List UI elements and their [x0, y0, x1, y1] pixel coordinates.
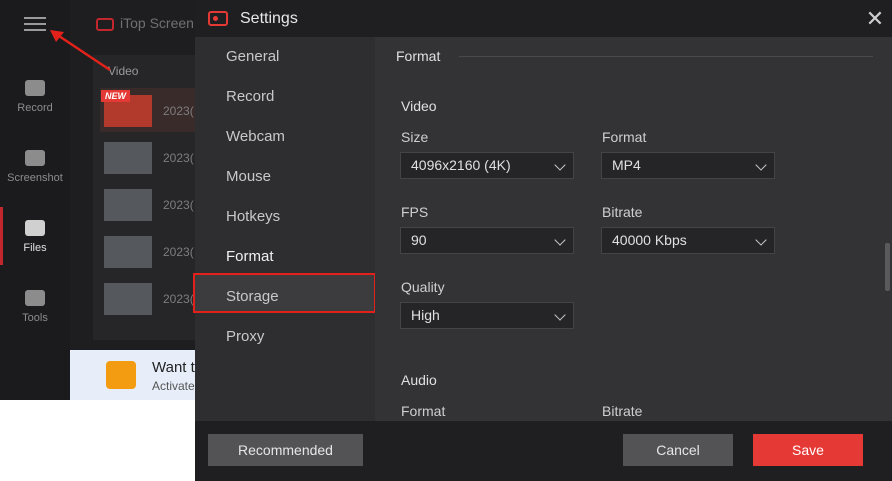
size-value: 4096x2160 (4K)	[411, 157, 511, 173]
bitrate-select[interactable]: 40000 Kbps	[601, 227, 775, 254]
nav-item-proxy[interactable]: Proxy	[226, 328, 264, 345]
audio-bitrate-label: Bitrate	[602, 403, 643, 419]
app-logo-icon	[208, 11, 228, 26]
nav-item-webcam[interactable]: Webcam	[226, 128, 285, 145]
chevron-down-icon	[554, 234, 566, 246]
file-thumbnail[interactable]	[104, 236, 152, 268]
bitrate-value: 40000 Kbps	[612, 232, 687, 248]
close-icon[interactable]: ✕	[864, 8, 886, 30]
format-select[interactable]: MP4	[601, 152, 775, 179]
section-title: Format	[396, 48, 441, 64]
section-divider	[459, 56, 873, 57]
video-heading: Video	[401, 98, 437, 114]
format-label: Format	[602, 129, 647, 145]
nav-item-mouse[interactable]: Mouse	[226, 168, 271, 185]
size-label: Size	[401, 129, 429, 145]
chevron-down-icon	[554, 309, 566, 321]
nav-item-general[interactable]: General	[226, 48, 279, 65]
file-name: 2023(	[163, 245, 194, 259]
bitrate-label: Bitrate	[602, 204, 643, 220]
size-select[interactable]: 4096x2160 (4K)	[400, 152, 574, 179]
fps-select[interactable]: 90	[400, 227, 574, 254]
audio-heading: Audio	[401, 372, 437, 388]
rail-item-label: Tools	[22, 312, 48, 324]
file-name: 2023(	[163, 292, 194, 306]
dialog-title: Settings	[240, 10, 298, 27]
fps-label: FPS	[401, 204, 429, 220]
chevron-down-icon	[755, 234, 767, 246]
settings-dialog: Settings ✕ General Record Webcam Mouse H…	[193, 0, 892, 481]
nav-item-storage[interactable]: Storage	[226, 288, 279, 305]
content-scrollbar[interactable]	[885, 243, 890, 291]
camera-icon	[25, 80, 45, 96]
quality-select[interactable]: High	[400, 302, 574, 329]
chevron-down-icon	[755, 159, 767, 171]
file-thumbnail[interactable]	[104, 142, 152, 174]
nav-item-record[interactable]: Record	[226, 88, 274, 105]
chevron-down-icon	[554, 159, 566, 171]
quality-value: High	[411, 307, 440, 323]
recommended-button[interactable]: Recommended	[208, 434, 363, 466]
rail-item-screenshot[interactable]: Screenshot	[0, 150, 70, 184]
annotation-arrow	[50, 30, 111, 72]
camera-icon	[25, 150, 45, 166]
file-thumbnail[interactable]	[104, 189, 152, 221]
save-button[interactable]: Save	[753, 434, 863, 466]
quality-label: Quality	[401, 279, 445, 295]
rail-active-indicator	[0, 207, 3, 265]
rail-item-record[interactable]: Record	[0, 80, 70, 114]
rail-item-tools[interactable]: Tools	[0, 290, 70, 324]
promo-icon	[106, 361, 136, 389]
promo-subtitle: Activate	[152, 379, 195, 393]
cancel-button[interactable]: Cancel	[623, 434, 733, 466]
rail-item-label: Screenshot	[7, 172, 63, 184]
audio-format-label: Format	[401, 403, 446, 419]
file-name: 2023(	[163, 198, 194, 212]
nav-item-hotkeys[interactable]: Hotkeys	[226, 208, 280, 225]
nav-selected-highlight	[193, 273, 376, 313]
file-name: 2023(	[163, 151, 194, 165]
new-badge: NEW	[101, 90, 130, 102]
file-name: 2023(	[163, 104, 194, 118]
folder-icon	[25, 220, 45, 236]
rail-item-files[interactable]: Files	[0, 220, 70, 254]
format-value: MP4	[612, 157, 641, 173]
rail-item-label: Record	[17, 102, 53, 114]
file-thumbnail[interactable]	[104, 283, 152, 315]
promo-title: Want t	[152, 359, 195, 376]
fps-value: 90	[411, 232, 427, 248]
rail-item-label: Files	[23, 242, 47, 254]
grid-icon	[25, 290, 45, 306]
dialog-title-bar: Settings ✕	[195, 0, 892, 37]
nav-item-format[interactable]: Format	[226, 248, 274, 265]
settings-sidebar	[193, 37, 376, 421]
